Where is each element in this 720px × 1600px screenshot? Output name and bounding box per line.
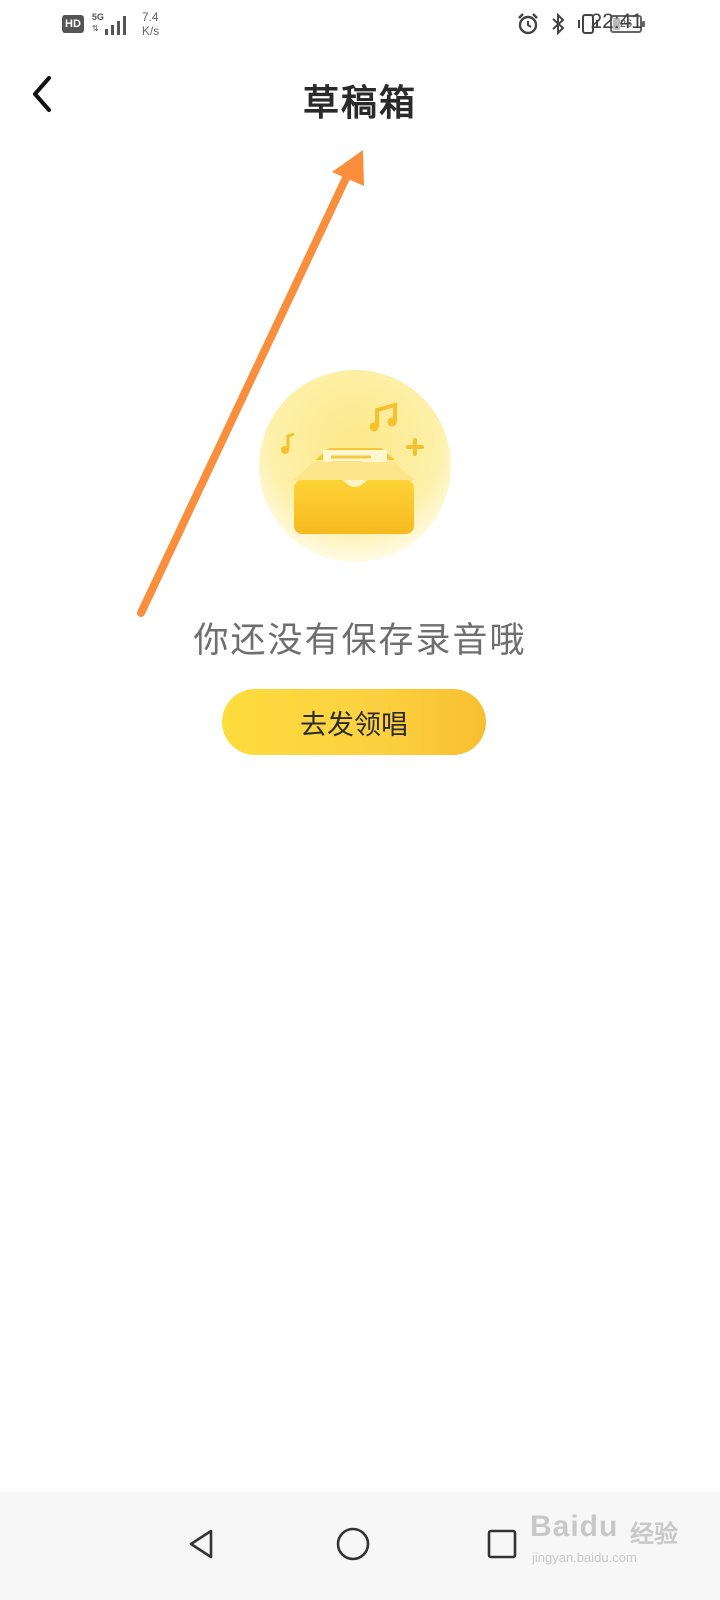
signal-bars-icon (104, 16, 126, 35)
nav-home-icon (336, 1527, 370, 1561)
system-nav-bar: Baidu 经验 jingyan.baidu.com (0, 1492, 720, 1600)
nav-back-button[interactable] (172, 1514, 232, 1574)
nav-recents-icon (487, 1529, 517, 1559)
watermark-brand-cn: 经验 (630, 1521, 678, 1548)
status-left: HD 5G ⇅ 7.4 K/s (62, 10, 159, 38)
watermark-brand: Baidu (530, 1510, 619, 1543)
empty-drafts-illustration (259, 370, 451, 562)
watermark-url: jingyan.baidu.com (532, 1550, 637, 1565)
baidu-jingyan-watermark: Baidu 经验 jingyan.baidu.com (530, 1508, 690, 1572)
nav-home-button[interactable] (323, 1514, 383, 1574)
network-type: 5G (91, 12, 104, 22)
bluetooth-icon (552, 12, 565, 36)
speed-unit: K/s (141, 24, 160, 38)
speed-value: 7.4 (141, 10, 159, 24)
go-lead-sing-button[interactable]: 去发领唱 (222, 689, 486, 755)
empty-state-message: 你还没有保存录音哦 (193, 621, 527, 661)
status-bar: HD 5G ⇅ 7.4 K/s 26 22:41 (0, 0, 720, 48)
nav-recents-button[interactable] (472, 1514, 532, 1574)
network-speed: 7.4 K/s (142, 10, 159, 38)
cellular-signal: 5G ⇅ (92, 12, 130, 36)
nav-back-icon (189, 1529, 213, 1559)
page-title: 草稿箱 (302, 83, 417, 124)
data-arrows-icon: ⇅ (91, 24, 99, 33)
alarm-icon (518, 13, 538, 35)
status-time: 22:41 (590, 10, 643, 33)
header: 草稿箱 (0, 60, 720, 132)
hd-badge: HD (62, 15, 84, 33)
